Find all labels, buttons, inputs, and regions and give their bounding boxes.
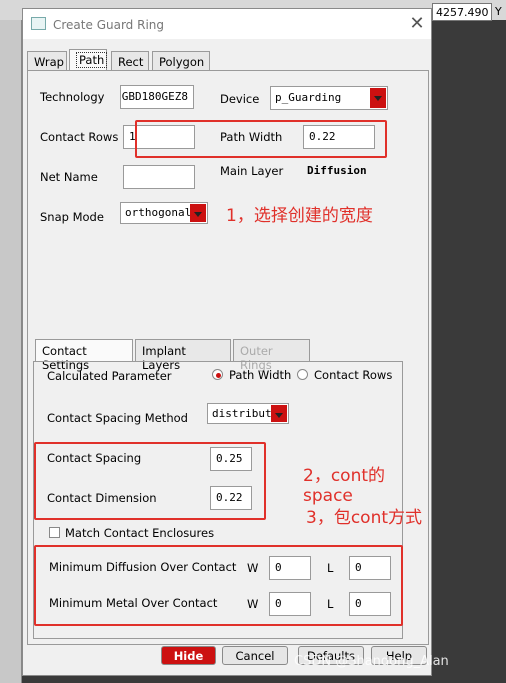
chevron-down-icon <box>370 88 386 108</box>
subtab-outer-rings[interactable]: Outer Rings <box>233 339 310 372</box>
annotation-box-1 <box>135 120 387 158</box>
radio-contact-rows[interactable] <box>297 369 308 380</box>
subtab-implant-layers[interactable]: Implant Layers <box>135 339 231 372</box>
net-name-input[interactable] <box>123 165 195 189</box>
coordinate-field[interactable]: 4257.490 <box>432 3 492 21</box>
contact-dimension-label: Contact Dimension <box>47 491 157 505</box>
snap-mode-label: Snap Mode <box>40 210 104 224</box>
background-left-toolbar <box>0 20 22 683</box>
tab-wrap[interactable]: Wrap <box>27 51 67 71</box>
subtab-contact-settings[interactable]: Contact Settings <box>35 339 133 372</box>
radio-path-width[interactable] <box>212 369 223 380</box>
close-icon[interactable]: ✕ <box>407 13 427 34</box>
annotation-box-3 <box>34 545 403 626</box>
main-layer-value: Diffusion <box>307 164 367 177</box>
min-diffusion-l-label: L <box>327 561 334 575</box>
min-metal-w-input[interactable]: 0 <box>269 592 311 616</box>
snap-mode-select[interactable]: orthogonal <box>120 202 208 224</box>
coordinate-axis-label: Y <box>495 5 502 18</box>
min-diffusion-w-label: W <box>247 561 259 575</box>
annotation-note-1: 1，选择创建的宽度 <box>226 206 373 226</box>
match-enclosures-label: Match Contact Enclosures <box>65 526 215 540</box>
title-bar: Create Guard Ring ✕ <box>23 9 431 39</box>
annotation-note-3: 3，包cont方式 <box>306 508 423 528</box>
technology-field: GBD180GEZ8 <box>120 85 194 109</box>
min-metal-l-input[interactable]: 0 <box>349 592 391 616</box>
radio-path-width-label: Path Width <box>229 368 292 382</box>
contact-spacing-method-select[interactable]: distribute <box>207 403 289 424</box>
contact-rows-label: Contact Rows <box>40 130 119 144</box>
contact-spacing-label: Contact Spacing <box>47 451 142 465</box>
min-metal-w-label: W <box>247 597 259 611</box>
tab-polygon[interactable]: Polygon <box>152 51 210 71</box>
contact-spacing-input[interactable]: 0.25 <box>210 447 252 471</box>
chevron-down-icon <box>271 405 287 422</box>
min-diffusion-label: Minimum Diffusion Over Contact <box>49 560 237 574</box>
cancel-button[interactable]: Cancel <box>222 646 288 665</box>
min-diffusion-l-input[interactable]: 0 <box>349 556 391 580</box>
hide-button[interactable]: Hide <box>161 646 216 665</box>
tab-rect[interactable]: Rect <box>111 51 149 71</box>
chevron-down-icon <box>190 204 206 222</box>
min-metal-l-label: L <box>327 597 334 611</box>
main-layer-label: Main Layer <box>220 164 284 178</box>
contact-spacing-method-label: Contact Spacing Method <box>47 411 188 425</box>
dialog-title: Create Guard Ring <box>53 18 164 32</box>
technology-label: Technology <box>40 90 105 104</box>
match-enclosures-checkbox[interactable] <box>49 527 60 538</box>
create-guard-ring-dialog: Create Guard Ring ✕ Wrap Path Rect Polyg… <box>22 8 432 676</box>
annotation-note-2: 2，cont的space <box>303 466 386 506</box>
radio-contact-rows-label: Contact Rows <box>314 368 393 382</box>
net-name-label: Net Name <box>40 170 98 184</box>
calculated-parameter-label: Calculated Parameter <box>47 369 172 383</box>
watermark: CSDN @Shandong_Alan <box>294 654 449 669</box>
device-label: Device <box>220 92 260 106</box>
contact-dimension-input[interactable]: 0.22 <box>210 486 252 510</box>
device-select[interactable]: p_Guarding <box>270 86 388 110</box>
app-icon <box>31 17 46 30</box>
min-metal-label: Minimum Metal Over Contact <box>49 596 218 610</box>
min-diffusion-w-input[interactable]: 0 <box>269 556 311 580</box>
tab-path[interactable]: Path <box>69 49 108 71</box>
